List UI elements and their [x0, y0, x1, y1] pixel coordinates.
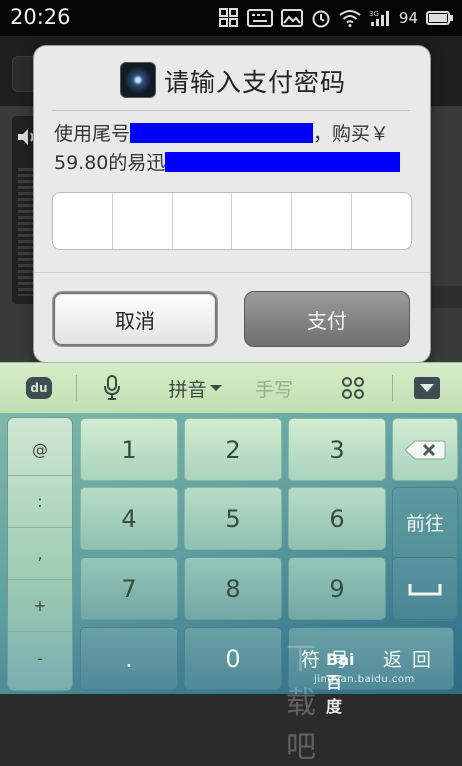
hide-keyboard-icon [414, 377, 440, 399]
toolbar-separator [76, 375, 77, 401]
clover-menu-icon [342, 377, 364, 399]
key-7[interactable]: 7 [80, 557, 178, 620]
redacted-product-name [165, 152, 401, 172]
key-dot[interactable]: . [80, 627, 178, 690]
payment-message: 使用尾号 ，购买￥ 59.80的易迅 [54, 120, 414, 178]
pinyin-label: 拼音 [168, 378, 207, 401]
space-key[interactable] [392, 557, 458, 620]
microphone-icon [104, 375, 120, 400]
message-part-3: 59.80的易迅 [54, 152, 166, 174]
symbol-key-plus[interactable]: + [8, 580, 72, 632]
hide-keyboard-button[interactable] [410, 363, 444, 413]
status-bar: 20:26 3G 94 [0, 0, 462, 36]
symbol-return-key[interactable]: 符号 返回 [288, 627, 454, 690]
status-time: 20:26 [10, 5, 71, 29]
key-9[interactable]: 9 [288, 557, 386, 620]
voice-input-button[interactable] [96, 363, 128, 413]
dialog-button-divider [34, 272, 430, 273]
grid-icon [218, 8, 238, 27]
redacted-card-number [130, 123, 314, 143]
image-icon [280, 9, 303, 27]
space-icon [408, 583, 442, 595]
message-part-2: ，购买￥ [313, 123, 390, 145]
symbol-key-colon[interactable]: : [8, 476, 72, 528]
app-icon [120, 62, 156, 98]
pin-digit-6[interactable] [352, 193, 411, 249]
handwrite-mode-button[interactable]: 手写 [244, 363, 304, 413]
message-line-2: 59.80的易迅 [54, 149, 414, 178]
pay-button[interactable]: 支付 [244, 291, 410, 347]
backspace-icon [404, 440, 446, 459]
pin-digit-4[interactable] [232, 193, 293, 249]
pin-digit-1[interactable] [53, 193, 113, 249]
key-0[interactable]: 0 [184, 627, 282, 690]
key-8[interactable]: 8 [184, 557, 282, 620]
symbol-column: @ : , + - [8, 418, 72, 690]
signal-3g-icon: 3G [369, 10, 389, 26]
battery-icon [426, 11, 453, 25]
handwrite-label: 手写 [254, 378, 293, 401]
keyboard-toolbar: du 拼音 手写 [0, 362, 462, 413]
pin-digit-3[interactable] [173, 193, 233, 249]
dialog-header: 请输入支付密码 [34, 46, 430, 104]
pin-digit-5[interactable] [292, 193, 353, 249]
cancel-button[interactable]: 取消 [52, 291, 218, 347]
wifi-icon [339, 10, 361, 27]
alarm-icon [312, 10, 330, 28]
password-input[interactable] [52, 192, 412, 250]
key-2[interactable]: 2 [184, 418, 282, 481]
battery-percent: 94 [398, 9, 418, 27]
key-4[interactable]: 4 [80, 487, 178, 550]
symbol-key-comma[interactable]: , [8, 528, 72, 580]
key-1[interactable]: 1 [80, 418, 178, 481]
symbol-key-at[interactable]: @ [8, 424, 72, 476]
go-key-label: 前往 [405, 513, 444, 535]
backspace-key[interactable] [392, 418, 458, 481]
key-3[interactable]: 3 [288, 418, 386, 481]
return-key-label: 返回 [382, 649, 441, 671]
symbol-key-label: 符号 [300, 649, 359, 671]
network-label: 3G [369, 10, 379, 18]
symbol-key-minus[interactable]: - [8, 632, 72, 684]
status-icons: 3G 94 [218, 7, 454, 29]
numeric-keyboard: @ : , + - 1 2 3 4 5 6 前往 7 8 9 . 0 符号 返回 [0, 413, 462, 694]
baidu-du-icon: du [26, 377, 52, 399]
keyboard-icon [246, 9, 273, 27]
message-part-1: 使用尾号 [54, 123, 131, 145]
dialog-divider [52, 110, 410, 111]
key-6[interactable]: 6 [288, 487, 386, 550]
message-line-1: 使用尾号 ，购买￥ [54, 120, 414, 149]
background-decoration [432, 286, 462, 308]
dropdown-arrow-icon [209, 385, 222, 391]
toolbar-separator [392, 375, 393, 401]
pin-digit-2[interactable] [113, 193, 173, 249]
key-5[interactable]: 5 [184, 487, 282, 550]
pinyin-mode-button[interactable]: 拼音 [160, 363, 230, 413]
baidu-logo-button[interactable]: du [22, 363, 56, 413]
payment-password-dialog: 请输入支付密码 使用尾号 ，购买￥ 59.80的易迅 取消 支付 [34, 46, 430, 362]
dialog-title: 请输入支付密码 [164, 68, 347, 97]
menu-grid-button[interactable] [336, 363, 370, 413]
